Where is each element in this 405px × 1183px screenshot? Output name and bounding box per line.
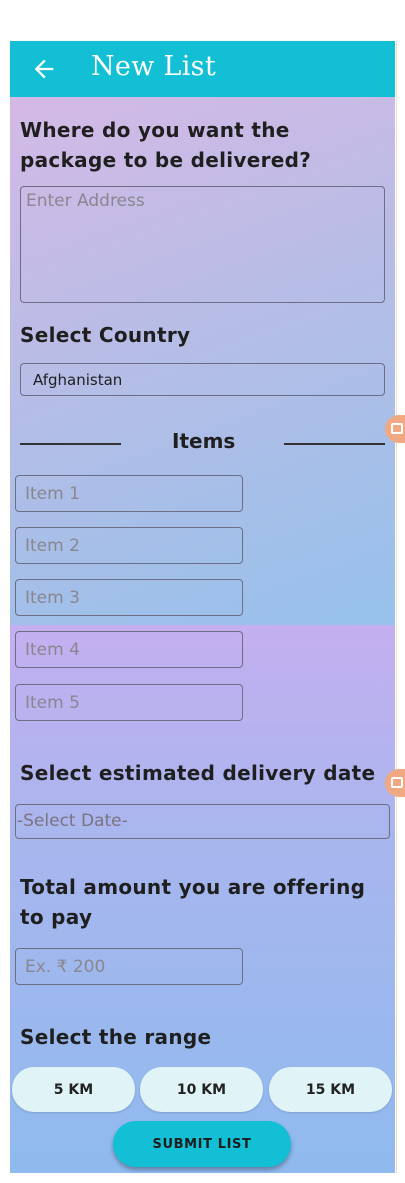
- item-4-field[interactable]: [15, 631, 243, 668]
- country-heading: Select Country: [20, 323, 191, 347]
- range-10km-button[interactable]: 10 KM: [140, 1067, 263, 1112]
- items-divider-left: [20, 443, 121, 445]
- delivery-date-picker[interactable]: -Select Date-: [15, 804, 390, 839]
- floating-tool-icon[interactable]: [385, 415, 405, 443]
- amount-input[interactable]: [15, 948, 243, 985]
- address-heading: Where do you want the package to be deli…: [20, 118, 312, 172]
- item-1-field[interactable]: [15, 475, 243, 512]
- range-heading: Select the range: [20, 1025, 212, 1049]
- amount-heading: Total amount you are offering to pay: [20, 875, 366, 929]
- floating-tool-icon-2[interactable]: [385, 769, 405, 797]
- address-input[interactable]: [20, 186, 385, 303]
- page-title: New List: [91, 51, 216, 82]
- app-bar: New List: [10, 41, 395, 97]
- range-15km-button[interactable]: 15 KM: [269, 1067, 392, 1112]
- items-divider-right: [284, 443, 385, 445]
- item-2-field[interactable]: [15, 527, 243, 564]
- app-screen: New List Where do you want the package t…: [10, 41, 405, 1173]
- arrow-left-icon[interactable]: [30, 55, 58, 83]
- items-heading: Items: [172, 429, 236, 453]
- item-5-field[interactable]: [15, 684, 243, 721]
- item-3-field[interactable]: [15, 579, 243, 616]
- delivery-date-heading: Select estimated delivery date: [20, 761, 376, 785]
- submit-list-button[interactable]: SUBMIT LIST: [113, 1121, 291, 1167]
- range-5km-button[interactable]: 5 KM: [12, 1067, 135, 1112]
- country-select[interactable]: Afghanistan: [20, 363, 385, 396]
